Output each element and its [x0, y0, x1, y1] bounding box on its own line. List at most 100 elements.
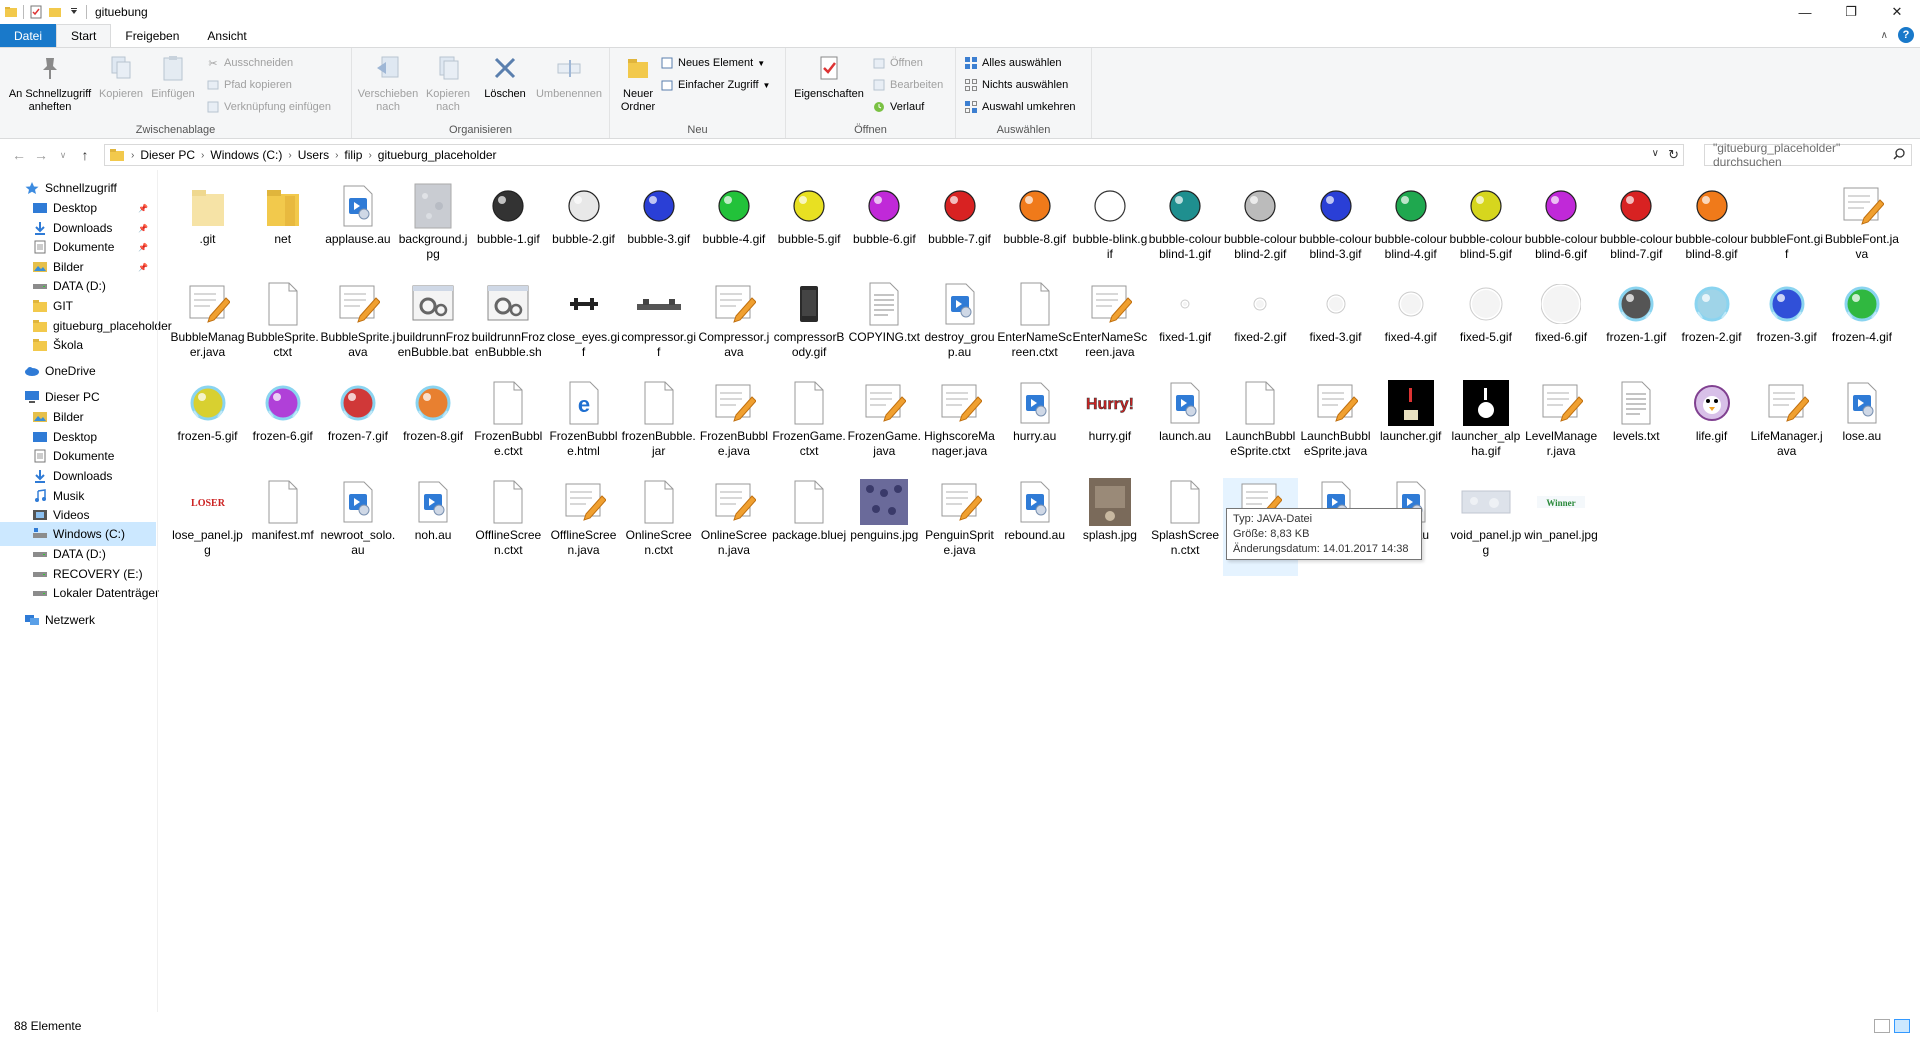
- file-item[interactable]: bubble-4.gif: [696, 182, 771, 280]
- file-item[interactable]: penguins.jpg: [847, 478, 922, 576]
- file-item[interactable]: bubble-6.gif: [847, 182, 922, 280]
- large-icons-view-icon[interactable]: [1894, 1019, 1910, 1033]
- up-arrow-icon[interactable]: ↑: [74, 147, 96, 163]
- file-item[interactable]: compressor.gif: [621, 280, 696, 378]
- file-item[interactable]: FrozenGame.ctxt: [772, 379, 847, 477]
- file-item[interactable]: Hurry! hurry.gif: [1072, 379, 1147, 477]
- pane-divider[interactable]: [157, 170, 158, 1012]
- file-item[interactable]: FrozenBubble.ctxt: [471, 379, 546, 477]
- maximize-button[interactable]: ❐: [1828, 0, 1874, 24]
- file-item[interactable]: frozen-3.gif: [1749, 280, 1824, 378]
- file-item[interactable]: LaunchBubbleSprite.java: [1298, 379, 1373, 477]
- invert-selection-button[interactable]: Auswahl umkehren: [964, 98, 1076, 116]
- file-item[interactable]: launch.au: [1148, 379, 1223, 477]
- new-item-button[interactable]: Neues Element ▼: [660, 54, 765, 72]
- file-item[interactable]: COPYING.txt: [847, 280, 922, 378]
- file-item[interactable]: BubbleSprite.java: [320, 280, 395, 378]
- file-item[interactable]: BubbleSprite.ctxt: [245, 280, 320, 378]
- nav-item[interactable]: Lokaler Datenträger: [0, 581, 159, 605]
- nav-item[interactable]: OneDrive: [0, 359, 156, 383]
- file-item[interactable]: Winner win_panel.jpg: [1524, 478, 1599, 576]
- back-arrow-icon[interactable]: ←: [8, 147, 30, 163]
- tab-view[interactable]: Ansicht: [193, 24, 260, 47]
- file-item[interactable]: OfflineScreen.ctxt: [471, 478, 546, 576]
- file-item[interactable]: background.jpg: [396, 182, 471, 280]
- file-item[interactable]: net: [245, 182, 320, 280]
- file-item[interactable]: fixed-1.gif: [1148, 280, 1223, 378]
- file-item[interactable]: applause.au: [320, 182, 395, 280]
- tab-file[interactable]: Datei: [0, 24, 57, 47]
- recent-chevron-icon[interactable]: ∨: [52, 150, 74, 161]
- file-item[interactable]: bubble-colourblind-7.gif: [1599, 182, 1674, 280]
- file-item[interactable]: FrozenGame.java: [847, 379, 922, 477]
- file-item[interactable]: close_eyes.gif: [546, 280, 621, 378]
- properties-button[interactable]: Eigenschaften: [790, 52, 868, 101]
- file-item[interactable]: EnterNameScreen.ctxt: [997, 280, 1072, 378]
- file-item[interactable]: rebound.au: [997, 478, 1072, 576]
- file-item[interactable]: fixed-2.gif: [1223, 280, 1298, 378]
- collapse-ribbon-icon[interactable]: ∧: [1881, 30, 1888, 41]
- file-item[interactable]: frozen-1.gif: [1599, 280, 1674, 378]
- file-item[interactable]: bubble-colourblind-8.gif: [1674, 182, 1749, 280]
- file-item[interactable]: FrozenBubble.java: [696, 379, 771, 477]
- breadcrumb-filip[interactable]: filip: [344, 148, 362, 162]
- file-item[interactable]: EnterNameScreen.java: [1072, 280, 1147, 378]
- select-all-button[interactable]: Alles auswählen: [964, 54, 1062, 72]
- file-item[interactable]: bubble-8.gif: [997, 182, 1072, 280]
- search-input[interactable]: "gitueburg_placeholder" durchsuchen: [1704, 141, 1912, 169]
- file-item[interactable]: manifest.mf: [245, 478, 320, 576]
- forward-arrow-icon[interactable]: →: [30, 147, 52, 163]
- file-item[interactable]: fixed-6.gif: [1524, 280, 1599, 378]
- file-item[interactable]: OfflineScreen.java: [546, 478, 621, 576]
- copy-path-button[interactable]: Pfad kopieren: [206, 76, 292, 94]
- file-item[interactable]: compressorBody.gif: [772, 280, 847, 378]
- history-button[interactable]: Verlauf: [872, 98, 924, 116]
- chevron-down-icon[interactable]: [67, 5, 81, 19]
- file-item[interactable]: noh.au: [396, 478, 471, 576]
- breadcrumb-current-folder[interactable]: gitueburg_placeholder: [378, 148, 497, 162]
- file-item[interactable]: LifeManager.java: [1749, 379, 1824, 477]
- easy-access-button[interactable]: Einfacher Zugriff ▼: [660, 76, 770, 94]
- file-item[interactable]: bubble-colourblind-5.gif: [1448, 182, 1523, 280]
- paste-button[interactable]: Einfügen: [148, 52, 198, 101]
- file-item[interactable]: levels.txt: [1599, 379, 1674, 477]
- refresh-icon[interactable]: ↻: [1668, 147, 1679, 163]
- file-item[interactable]: frozen-5.gif: [170, 379, 245, 477]
- file-item[interactable]: Compressor.java: [696, 280, 771, 378]
- tab-home[interactable]: Start: [56, 24, 112, 47]
- pin-quick-access-button[interactable]: An Schnellzugriff anheften: [6, 52, 94, 114]
- breadcrumb-windows-c[interactable]: Windows (C:): [210, 148, 282, 162]
- select-none-button[interactable]: Nichts auswählen: [964, 76, 1068, 94]
- open-button[interactable]: Öffnen: [872, 54, 923, 72]
- file-item[interactable]: frozen-6.gif: [245, 379, 320, 477]
- file-item[interactable]: lose.au: [1824, 379, 1899, 477]
- file-item[interactable]: SplashScreen.ctxt: [1148, 478, 1223, 576]
- breadcrumb-users[interactable]: Users: [298, 148, 329, 162]
- help-icon[interactable]: ?: [1898, 27, 1914, 43]
- nav-item[interactable]: Netzwerk: [0, 608, 156, 632]
- file-item[interactable]: LOSER lose_panel.jpg: [170, 478, 245, 576]
- file-item[interactable]: OnlineScreen.java: [696, 478, 771, 576]
- edit-button[interactable]: Bearbeiten: [872, 76, 943, 94]
- address-bar[interactable]: › Dieser PC › Windows (C:) › Users › fil…: [104, 144, 1684, 166]
- file-item[interactable]: bubble-colourblind-4.gif: [1373, 182, 1448, 280]
- file-item[interactable]: HighscoreManager.java: [922, 379, 997, 477]
- tab-share[interactable]: Freigeben: [111, 24, 193, 47]
- file-item[interactable]: frozen-4.gif: [1824, 280, 1899, 378]
- file-item[interactable]: bubbleFont.gif: [1749, 182, 1824, 280]
- close-button[interactable]: ✕: [1874, 0, 1920, 24]
- file-item[interactable]: OnlineScreen.ctxt: [621, 478, 696, 576]
- file-item[interactable]: frozen-7.gif: [320, 379, 395, 477]
- address-dropdown-icon[interactable]: ∨: [1652, 148, 1659, 159]
- file-item[interactable]: .git: [170, 182, 245, 280]
- file-item[interactable]: buildrunnFrozenBubble.bat: [396, 280, 471, 378]
- file-item[interactable]: bubble-blink.gif: [1072, 182, 1147, 280]
- file-item[interactable]: LevelManager.java: [1524, 379, 1599, 477]
- file-item[interactable]: package.bluej: [772, 478, 847, 576]
- copy-to-button[interactable]: Kopieren nach: [420, 52, 476, 114]
- file-item[interactable]: frozen-8.gif: [396, 379, 471, 477]
- file-item[interactable]: bubble-5.gif: [772, 182, 847, 280]
- file-item[interactable]: destroy_group.au: [922, 280, 997, 378]
- file-item[interactable]: frozen-2.gif: [1674, 280, 1749, 378]
- file-item[interactable]: bubble-colourblind-6.gif: [1524, 182, 1599, 280]
